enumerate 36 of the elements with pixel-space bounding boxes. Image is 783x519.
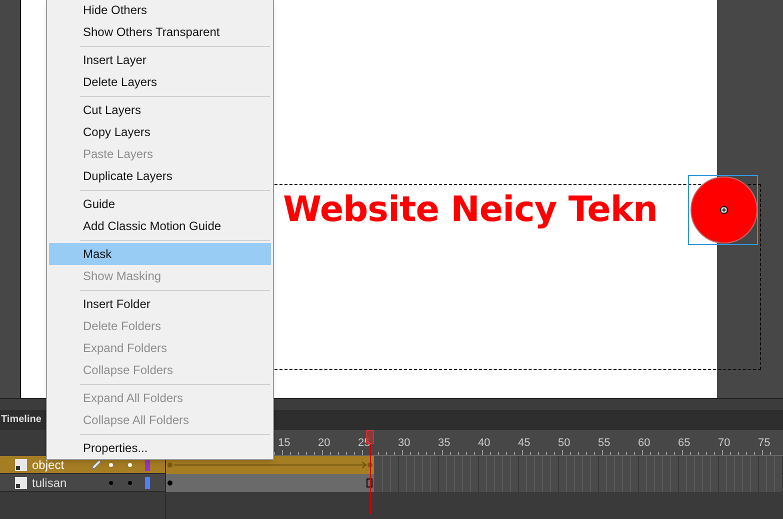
layer-color-swatch[interactable] [145, 458, 150, 470]
lock-dot-icon[interactable] [128, 480, 132, 484]
stage-text: Website Neicy Tekn [283, 188, 658, 232]
frame-number: 65 [678, 436, 690, 451]
menu-item[interactable]: Hide Others [49, 0, 271, 21]
menu-item[interactable]: Add Classic Motion Guide [49, 215, 271, 237]
frame-number: 30 [398, 436, 410, 451]
menu-item[interactable]: Guide [49, 193, 271, 215]
menu-item[interactable]: Insert Folder [49, 293, 271, 315]
menu-item[interactable]: Duplicate Layers [49, 165, 271, 187]
frame-number: 35 [438, 436, 450, 451]
layer-icon [15, 458, 27, 470]
layer-name[interactable]: tulisan [32, 474, 90, 492]
visibility-dot-icon[interactable] [109, 480, 113, 484]
menu-item[interactable]: Copy Layers [49, 121, 271, 143]
menu-item[interactable]: Delete Layers [49, 71, 271, 93]
frame-number: 45 [518, 436, 530, 451]
lock-dot-icon[interactable] [128, 462, 132, 466]
menu-item[interactable]: Insert Layer [49, 49, 271, 71]
frame-number: 75 [758, 436, 770, 451]
frame-number: 50 [558, 436, 570, 451]
menu-item[interactable]: Show Others Transparent [49, 21, 271, 43]
frame-number: 60 [638, 436, 650, 451]
layer-color-swatch[interactable] [145, 476, 150, 488]
layer-icon [15, 476, 27, 488]
menu-item[interactable]: Cut Layers [49, 99, 271, 121]
frame-number: 20 [318, 436, 330, 451]
panel-title[interactable]: Timeline [0, 412, 42, 430]
visibility-dot-icon[interactable] [109, 462, 113, 466]
playhead-line [370, 444, 371, 514]
frame-number: 40 [478, 436, 490, 451]
menu-item[interactable]: Mask [49, 243, 271, 265]
frame-number: 15 [278, 436, 290, 451]
frame-number: 70 [718, 436, 730, 451]
frame-number: 55 [598, 436, 610, 451]
layer-row[interactable]: tulisan [0, 474, 165, 492]
